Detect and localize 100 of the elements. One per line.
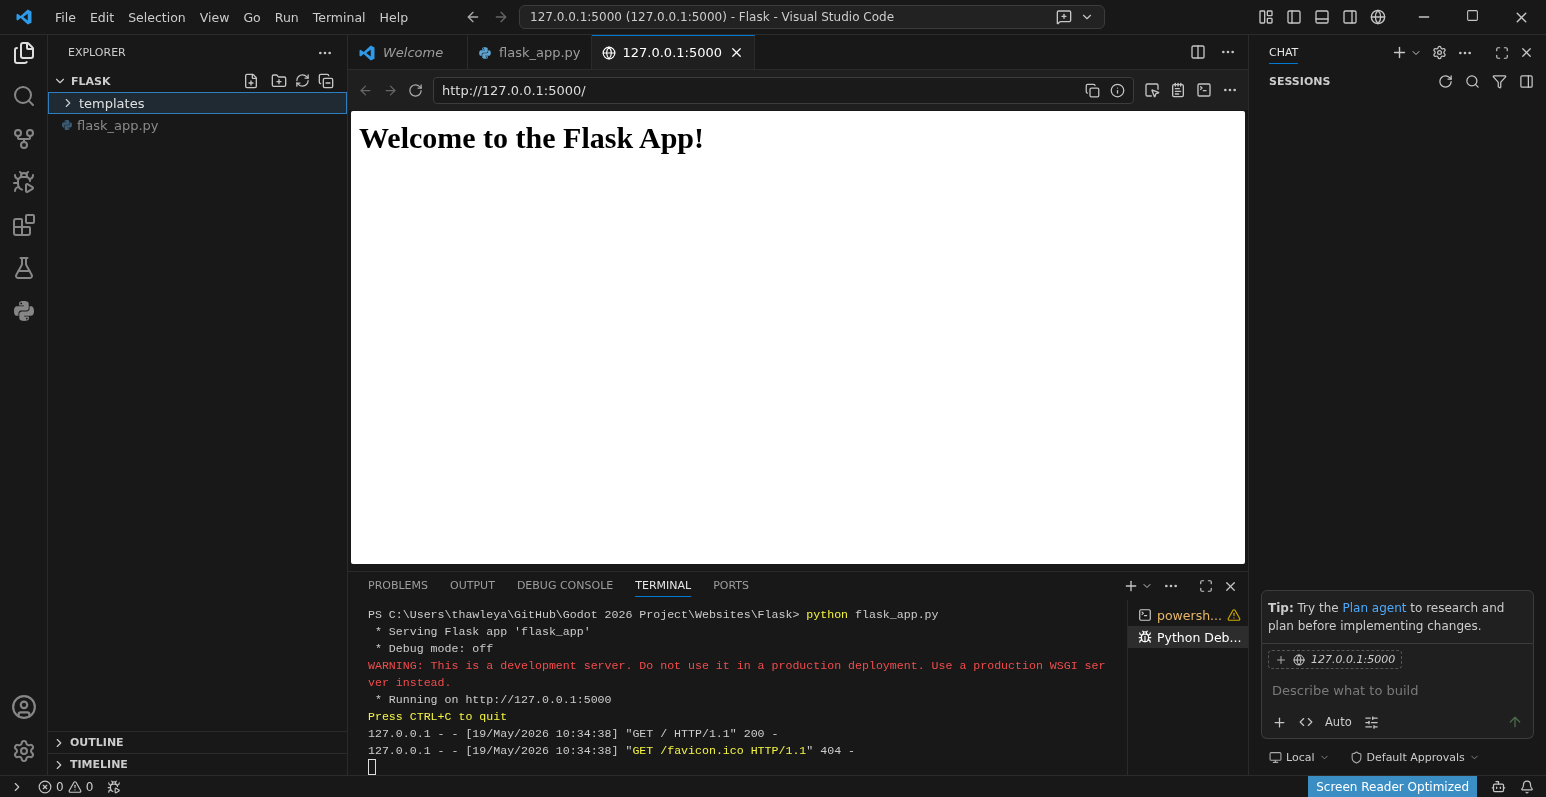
panel-tab[interactable]: PORTS — [713, 575, 749, 597]
close-icon[interactable] — [1519, 45, 1534, 60]
menu-item[interactable]: View — [192, 9, 237, 25]
search-icon[interactable] — [11, 84, 36, 108]
tip-text: Tip: Try the Plan agent to research and plan before implementing changes. — [1261, 590, 1534, 644]
globe-icon — [1293, 653, 1305, 666]
mode-picker[interactable]: Auto — [1325, 715, 1352, 729]
menu-item[interactable]: Go — [236, 9, 268, 25]
add-icon[interactable] — [1123, 578, 1139, 594]
error-icon — [38, 779, 52, 794]
close-icon[interactable] — [729, 45, 744, 60]
chat-tab[interactable]: CHAT — [1269, 41, 1299, 64]
approvals-picker[interactable]: Default Approvals — [1349, 750, 1480, 764]
source-control-icon[interactable] — [11, 127, 36, 151]
filter-icon[interactable] — [1492, 73, 1507, 89]
warning-count[interactable]: 0 — [85, 779, 94, 794]
menu-item[interactable]: Selection — [121, 9, 193, 25]
split-editor-icon[interactable] — [1190, 44, 1206, 60]
context-chip[interactable]: 127.0.0.1:5000 — [1268, 650, 1403, 669]
folder-header[interactable]: FLASK — [48, 70, 347, 92]
panel-tab[interactable]: TERMINAL — [635, 575, 692, 597]
editor-tab[interactable]: 127.0.0.1:5000 — [591, 35, 755, 69]
settings-icon[interactable] — [1432, 45, 1447, 60]
terminal-item[interactable]: Python Deb... — [1128, 626, 1248, 648]
account-icon[interactable] — [10, 694, 37, 720]
copilot-icon[interactable] — [1491, 779, 1506, 794]
new-folder-icon[interactable] — [271, 73, 287, 89]
forward-icon[interactable] — [383, 82, 398, 98]
command-center[interactable]: 127.0.0.1:5000 (127.0.0.1:5000) - Flask - Visual Studio Code — [519, 5, 1106, 29]
monitor-icon — [1269, 750, 1282, 764]
error-count[interactable]: 0 — [56, 779, 64, 794]
notes-icon[interactable] — [1170, 82, 1186, 98]
section-header[interactable]: OUTLINE — [48, 731, 347, 753]
chat-input-field[interactable]: Describe what to build — [1268, 679, 1527, 702]
globe-icon — [601, 45, 616, 60]
maximize-icon[interactable] — [1495, 45, 1509, 60]
secondary-sidebar-icon[interactable] — [1342, 9, 1358, 25]
add-icon[interactable] — [1391, 44, 1408, 61]
maximize-icon[interactable] — [1466, 8, 1479, 22]
menu-item[interactable]: Edit — [82, 9, 122, 25]
notifications-icon[interactable] — [1520, 779, 1534, 794]
panel-toggle-icon[interactable] — [1314, 9, 1330, 25]
tree-item[interactable]: flask_app.py — [48, 114, 347, 136]
run-debug-icon[interactable] — [107, 779, 122, 794]
sliders-icon[interactable] — [1363, 714, 1379, 730]
warning-icon — [67, 779, 82, 794]
add-icon — [1275, 653, 1287, 666]
section-title: TIMELINE — [70, 758, 128, 771]
refresh-icon[interactable] — [295, 73, 310, 88]
settings-icon[interactable] — [11, 739, 36, 763]
menu-item[interactable]: Terminal — [305, 9, 373, 25]
panel-tab[interactable]: DEBUG CONSOLE — [516, 575, 614, 597]
select-element-icon[interactable] — [1144, 82, 1160, 98]
url-field[interactable]: http://127.0.0.1:5000/ — [433, 76, 1134, 104]
terminal-output: PS C:\Users\thawleya\GitHub\Godot 2026 Project\Websites\Flask> python flask_app.py * Serving Flask app 'flask_app' * Debug mode: off WARNING: This is a development server. Do not use it in a production deployment. Use a production WSGI ser ver instead. * Running on http://127.0.0.1:5000 Press CTRL+C to quit 127.0.0.1 - - [19/May/2026 10:34:38] "GET / HTTP/1.1" 200 - 127.0.0.1 - - [19/May/2026 10:34:38] "GET /favicon.ico HTTP/1.1" 404 - — [348, 600, 1128, 775]
vscode-logo-icon — [15, 8, 33, 26]
terminal-icon — [1138, 608, 1152, 622]
reload-icon[interactable] — [408, 82, 423, 98]
folder-name: FLASK — [71, 74, 111, 88]
info-icon[interactable] — [1110, 82, 1125, 98]
screen-reader-status[interactable]: Screen Reader Optimized — [1308, 776, 1477, 797]
terminal-cursor — [368, 759, 376, 775]
copy-icon[interactable] — [1085, 82, 1100, 98]
python-icon — [478, 45, 492, 60]
file-name: flask_app.py — [77, 117, 159, 133]
plan-agent-link[interactable]: Plan agent — [1342, 601, 1407, 615]
run-debug-icon[interactable] — [11, 170, 36, 194]
chat-icon[interactable] — [1056, 9, 1073, 25]
menu-item[interactable]: Help — [372, 9, 416, 25]
terminal-item[interactable]: powersh... — [1128, 604, 1248, 626]
layout-icon[interactable] — [1258, 9, 1274, 25]
explorer-title: EXPLORER — [68, 46, 126, 59]
location-picker[interactable]: Local — [1269, 750, 1330, 764]
python-icon — [61, 119, 73, 131]
tree-item[interactable]: templates — [48, 92, 347, 114]
python-icon[interactable] — [11, 299, 36, 323]
terminal-icon[interactable] — [1196, 82, 1212, 98]
collapse-icon[interactable] — [318, 73, 334, 89]
add-icon[interactable] — [1272, 714, 1287, 730]
search-icon[interactable] — [1465, 73, 1480, 89]
panel-tab[interactable]: OUTPUT — [450, 575, 495, 597]
refresh-icon[interactable] — [1438, 73, 1453, 89]
shield-icon — [1349, 750, 1363, 764]
globe-icon[interactable] — [1370, 9, 1386, 25]
sidebar-toggle-icon[interactable] — [1286, 9, 1302, 25]
maximize-icon[interactable] — [1199, 579, 1213, 593]
files-icon[interactable] — [11, 41, 36, 65]
sidebar-toggle-icon[interactable] — [1519, 73, 1534, 89]
page-heading: Welcome to the Flask App! — [359, 121, 705, 155]
menu-item[interactable]: Run — [267, 9, 306, 25]
panel-tab[interactable]: PROBLEMS — [368, 575, 429, 597]
section-header[interactable]: TIMELINE — [48, 753, 347, 775]
extensions-icon[interactable] — [11, 213, 36, 237]
send-icon[interactable] — [1507, 714, 1523, 730]
section-title: OUTLINE — [70, 736, 124, 749]
sessions-title: SESSIONS — [1269, 74, 1331, 88]
bug-icon — [1138, 630, 1152, 644]
new-file-icon[interactable] — [243, 73, 259, 89]
code-icon[interactable] — [1299, 715, 1313, 729]
menu-item[interactable]: File — [48, 9, 83, 25]
